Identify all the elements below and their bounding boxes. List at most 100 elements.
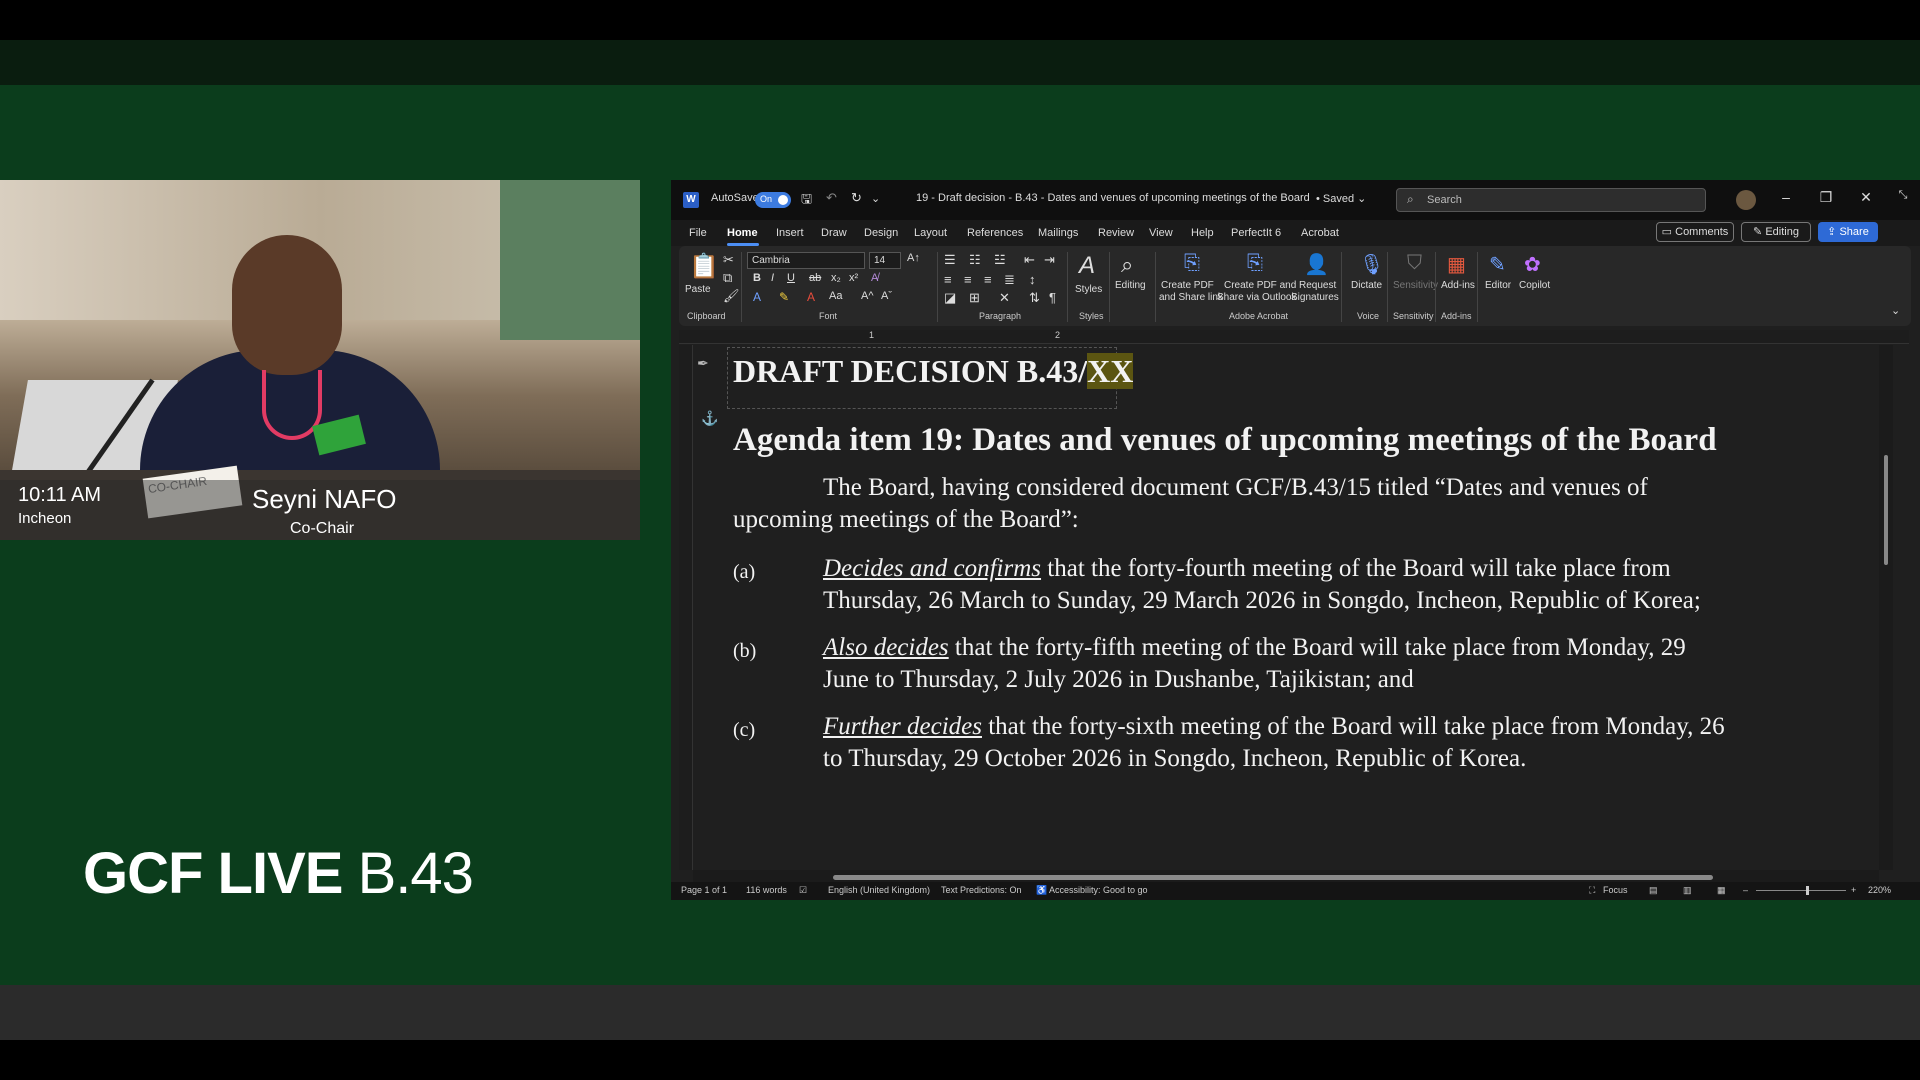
restore-icon[interactable]: ❐: [1816, 189, 1836, 206]
customize-toolbar-icon[interactable]: ⌄: [871, 192, 880, 205]
ribbon-collapse-icon[interactable]: ⌄: [1891, 304, 1900, 317]
show-marks-icon[interactable]: ¶: [1049, 290, 1056, 305]
styles-label[interactable]: Styles: [1075, 284, 1102, 295]
create-pdf-link-line2[interactable]: and Share link: [1159, 292, 1223, 303]
item-c-line1[interactable]: Further decides that the forty-sixth mee…: [823, 711, 1725, 743]
sensitivity-label[interactable]: Sensitivity: [1393, 280, 1438, 291]
font-color-icon[interactable]: A: [807, 290, 815, 304]
styles-icon[interactable]: A: [1079, 252, 1095, 280]
page-count[interactable]: Page 1 of 1: [681, 885, 727, 895]
justify-icon[interactable]: ≣: [1004, 272, 1015, 288]
text-effects-icon[interactable]: A: [753, 290, 761, 304]
menu-help[interactable]: Help: [1191, 227, 1214, 239]
paste-label[interactable]: Paste: [685, 284, 711, 295]
subscript-icon[interactable]: x₂: [831, 272, 841, 284]
document-page[interactable]: ✒ ⚓ DRAFT DECISION B.43/XX Agenda item 1…: [693, 345, 1879, 870]
superscript-icon[interactable]: x²: [849, 272, 858, 284]
strikethrough-icon[interactable]: ab: [809, 272, 821, 284]
menu-design[interactable]: Design: [864, 227, 898, 239]
item-b-line1[interactable]: Also decides that the forty-fifth meetin…: [823, 632, 1686, 664]
bullets-icon[interactable]: ☰: [944, 252, 956, 268]
zoom-level[interactable]: 220%: [1868, 885, 1891, 895]
clear-format-icon[interactable]: A̸: [871, 272, 878, 284]
redo-icon[interactable]: ↻: [851, 190, 862, 206]
change-case-icon[interactable]: Aa: [829, 290, 842, 302]
save-icon[interactable]: 🖫: [801, 190, 812, 212]
shrink-font-icon[interactable]: Aˇ: [881, 290, 892, 302]
decrease-indent-icon[interactable]: ⇤: [1024, 252, 1035, 268]
align-right-icon[interactable]: ≡: [984, 272, 992, 287]
copilot-icon[interactable]: ✿: [1524, 252, 1541, 277]
font-grow-icon[interactable]: A↑: [907, 252, 920, 264]
read-mode-icon[interactable]: ▤: [1649, 885, 1658, 896]
cut-icon[interactable]: ✂: [723, 252, 734, 268]
close-icon[interactable]: ✕: [1856, 189, 1876, 206]
item-a-line1[interactable]: Decides and confirms that the forty-four…: [823, 553, 1671, 585]
undo-icon[interactable]: ↶: [826, 190, 837, 206]
bold-icon[interactable]: B: [753, 272, 761, 284]
focus-label[interactable]: Focus: [1603, 885, 1628, 895]
zoom-slider[interactable]: [1756, 890, 1846, 891]
proofing-icon[interactable]: ☑: [799, 885, 807, 896]
menu-review[interactable]: Review: [1098, 227, 1134, 239]
menu-draw[interactable]: Draw: [821, 227, 847, 239]
borders-icon[interactable]: ⊞: [969, 290, 980, 306]
zoom-slider-thumb[interactable]: [1806, 886, 1809, 895]
accessibility-status[interactable]: Accessibility: Good to go: [1049, 885, 1148, 895]
menu-insert[interactable]: Insert: [776, 227, 804, 239]
editor-label[interactable]: Editor: [1485, 280, 1511, 291]
pdf-link-icon[interactable]: ⎘: [1184, 252, 1200, 275]
horizontal-scroll-thumb[interactable]: [833, 875, 1713, 880]
format-painter-icon[interactable]: 🖌: [723, 288, 740, 304]
signature-icon[interactable]: 👤: [1304, 252, 1329, 277]
addins-icon[interactable]: ▦: [1447, 252, 1466, 277]
create-pdf-outlook-line2[interactable]: Share via Outlook: [1217, 292, 1297, 303]
save-status[interactable]: • Saved ⌄: [1316, 192, 1366, 205]
dictate-label[interactable]: Dictate: [1351, 280, 1382, 291]
align-center-icon[interactable]: ≡: [964, 272, 972, 287]
find-icon[interactable]: ⌕: [1121, 252, 1133, 278]
multilevel-list-icon[interactable]: ☳: [994, 252, 1006, 268]
focus-icon[interactable]: ⛶: [1589, 885, 1595, 896]
zoom-out-icon[interactable]: –: [1743, 885, 1748, 895]
language[interactable]: English (United Kingdom): [828, 885, 930, 895]
menu-perfectit[interactable]: PerfectIt 6: [1231, 227, 1281, 239]
request-signatures-line1[interactable]: Request: [1299, 280, 1336, 291]
collapse-icon[interactable]: ⤡: [1893, 189, 1913, 202]
pdf-outlook-icon[interactable]: ⎘: [1247, 252, 1263, 275]
item-a-line2[interactable]: Thursday, 26 March to Sunday, 29 March 2…: [823, 585, 1701, 617]
web-layout-icon[interactable]: ▦: [1717, 885, 1726, 896]
sort-icon[interactable]: ⇅: [1029, 290, 1040, 306]
intro-line2[interactable]: upcoming meetings of the Board”:: [733, 504, 1079, 536]
sensitivity-icon[interactable]: ⛉: [1407, 252, 1422, 275]
word-count[interactable]: 116 words: [746, 885, 787, 895]
italic-icon[interactable]: I: [771, 272, 774, 284]
vertical-scroll-thumb[interactable]: [1884, 455, 1888, 565]
copilot-label[interactable]: Copilot: [1519, 280, 1550, 291]
share-button[interactable]: ⇪ Share: [1818, 222, 1878, 242]
addins-label[interactable]: Add-ins: [1441, 280, 1475, 291]
grow-font-icon[interactable]: A^: [861, 290, 874, 302]
autosave-toggle[interactable]: On: [755, 192, 791, 208]
menu-view[interactable]: View: [1149, 227, 1173, 239]
request-signatures-line2[interactable]: Signatures: [1291, 292, 1339, 303]
zoom-in-icon[interactable]: +: [1851, 885, 1856, 895]
numbering-icon[interactable]: ☷: [969, 252, 981, 268]
search-box[interactable]: ⌕ Search: [1396, 188, 1706, 212]
minimize-icon[interactable]: –: [1776, 189, 1796, 205]
paste-icon[interactable]: 📋: [689, 252, 719, 281]
asian-layout-icon[interactable]: ✕: [999, 290, 1010, 306]
text-predictions[interactable]: Text Predictions: On: [941, 885, 1022, 895]
vertical-scrollbar[interactable]: [1879, 345, 1893, 870]
decision-title[interactable]: DRAFT DECISION B.43/XX: [733, 353, 1134, 390]
menu-layout[interactable]: Layout: [914, 227, 947, 239]
menu-acrobat[interactable]: Acrobat: [1301, 227, 1339, 239]
microphone-icon[interactable]: 🎙: [1359, 252, 1384, 277]
underline-icon[interactable]: U: [787, 272, 795, 284]
copy-icon[interactable]: ⧉: [723, 270, 732, 286]
editor-icon[interactable]: ✎: [1489, 252, 1506, 277]
item-b-line2[interactable]: June to Thursday, 2 July 2026 in Dushanb…: [823, 664, 1414, 696]
editing-mode-button[interactable]: ✎ Editing: [1741, 222, 1811, 242]
user-avatar[interactable]: [1736, 190, 1756, 210]
align-left-icon[interactable]: ≡: [944, 272, 952, 287]
